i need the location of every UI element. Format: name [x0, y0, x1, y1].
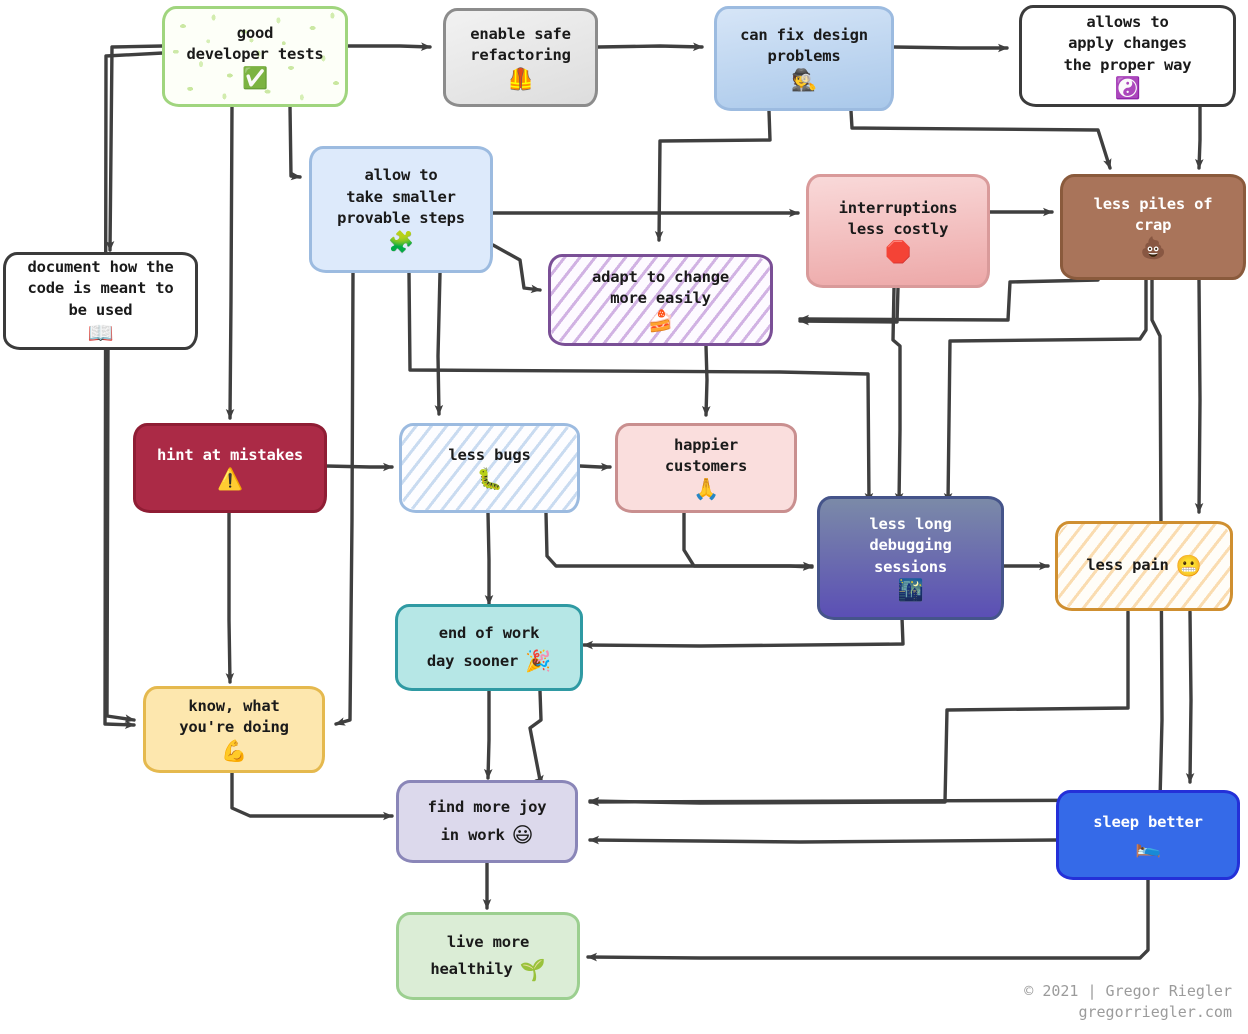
poop-icon: 💩	[1140, 236, 1166, 261]
node-label-line2: healthily	[430, 960, 513, 978]
node-label-line1: live more	[446, 932, 530, 951]
node-label: happier customers	[664, 435, 748, 475]
node-content-row: day sooner 🎉	[427, 648, 551, 675]
node-label-line2: in work	[440, 825, 505, 844]
node-content-row: healthily 🌱	[430, 956, 545, 983]
node-good-developer-tests[interactable]: good developer tests ✅	[162, 6, 348, 107]
node-know-what-youre-doing[interactable]: know, what you're doing 💪	[143, 686, 325, 773]
node-label: allows to apply changes the proper way	[1063, 12, 1192, 74]
node-label: hint at mistakes	[156, 446, 304, 465]
node-label: good developer tests	[186, 24, 324, 64]
person-in-bed-icon: 🛌	[1135, 833, 1161, 858]
node-less-long-debugging-sessions[interactable]: less long debugging sessions 🌃	[817, 496, 1004, 620]
node-label: less long debugging sessions	[869, 514, 952, 576]
warning-icon: ⚠️	[217, 466, 243, 491]
node-find-more-joy-in-work[interactable]: find more joy in work 😃	[396, 780, 578, 863]
node-label: know, what you're doing	[179, 697, 289, 737]
white-check-mark-icon: ✅	[242, 65, 268, 90]
shortcake-icon: 🍰	[647, 309, 674, 334]
open-book-icon: 📖	[87, 321, 114, 346]
website-line: gregorriegler.com	[1078, 1003, 1232, 1022]
folded-hands-icon: 🙏	[693, 477, 719, 502]
node-sleep-better[interactable]: sleep better 🛌	[1056, 790, 1240, 880]
seedling-icon: 🌱	[519, 957, 546, 982]
node-label: less piles of crap	[1093, 194, 1213, 234]
node-interruptions-less-costly[interactable]: interruptions less costly 🛑	[806, 174, 990, 288]
node-can-fix-design-problems[interactable]: can fix design problems 🕵️	[714, 6, 894, 111]
node-adapt-to-change-more-easily[interactable]: adapt to change more easily 🍰	[548, 254, 773, 346]
node-content-row: in work 😃	[441, 822, 534, 849]
edge-layer	[103, 42, 1204, 962]
puzzle-piece-icon: 🧩	[388, 229, 414, 254]
node-label: allow to take smaller provable steps	[337, 166, 465, 228]
detective-icon: 🕵️	[791, 67, 817, 92]
node-document-how-code-is-meant-to-be-used[interactable]: document how the code is meant to be use…	[3, 252, 198, 350]
party-popper-icon: 🎉	[525, 649, 552, 674]
node-allows-to-apply-changes[interactable]: allows to apply changes the proper way ☯…	[1019, 5, 1236, 107]
copyright-footer: © 2021 | Gregor Riegler gregorriegler.co…	[1024, 981, 1232, 1025]
grimacing-face-icon: 😬	[1175, 553, 1202, 578]
node-enable-safe-refactoring[interactable]: enable safe refactoring 🦺	[443, 8, 598, 107]
node-less-piles-of-crap[interactable]: less piles of crap 💩	[1060, 174, 1246, 280]
node-label: interruptions less costly	[838, 198, 958, 238]
node-end-of-work-day-sooner[interactable]: end of work day sooner 🎉	[395, 604, 583, 691]
node-label-line2: day sooner	[426, 651, 519, 670]
flexed-biceps-icon: 💪	[221, 738, 247, 763]
yin-yang-icon: ☯️	[1114, 76, 1141, 101]
bug-icon: 🐛	[476, 466, 503, 491]
node-content-row: less pain 😬	[1086, 554, 1201, 578]
night-city-icon: 🌃	[897, 578, 924, 603]
stop-sign-icon: 🛑	[885, 240, 911, 265]
node-label: less pain	[1086, 556, 1169, 575]
node-allow-take-smaller-provable-steps[interactable]: allow to take smaller provable steps 🧩	[309, 146, 493, 273]
copyright-line: © 2021 | Gregor Riegler	[1024, 981, 1232, 1000]
node-label: adapt to change more easily	[592, 267, 729, 307]
node-label-line1: find more joy	[427, 798, 547, 817]
safety-vest-icon: 🦺	[507, 66, 534, 91]
node-label: document how the code is meant to be use…	[27, 257, 174, 319]
node-less-bugs[interactable]: less bugs 🐛	[399, 423, 580, 513]
node-label: less bugs	[448, 446, 531, 465]
node-label: sleep better	[1093, 813, 1203, 832]
diagram-canvas: good developer tests ✅ enable safe refac…	[0, 0, 1248, 1034]
node-label-line1: end of work	[438, 624, 540, 643]
node-label: enable safe refactoring	[470, 25, 571, 65]
node-live-more-healthily[interactable]: live more healthily 🌱	[396, 912, 580, 1000]
node-label: can fix design problems	[740, 26, 868, 66]
node-hint-at-mistakes[interactable]: hint at mistakes ⚠️	[133, 423, 327, 513]
grinning-face-icon: 😃	[511, 823, 534, 848]
node-less-pain[interactable]: less pain 😬	[1055, 521, 1233, 611]
node-happier-customers[interactable]: happier customers 🙏	[615, 423, 797, 513]
